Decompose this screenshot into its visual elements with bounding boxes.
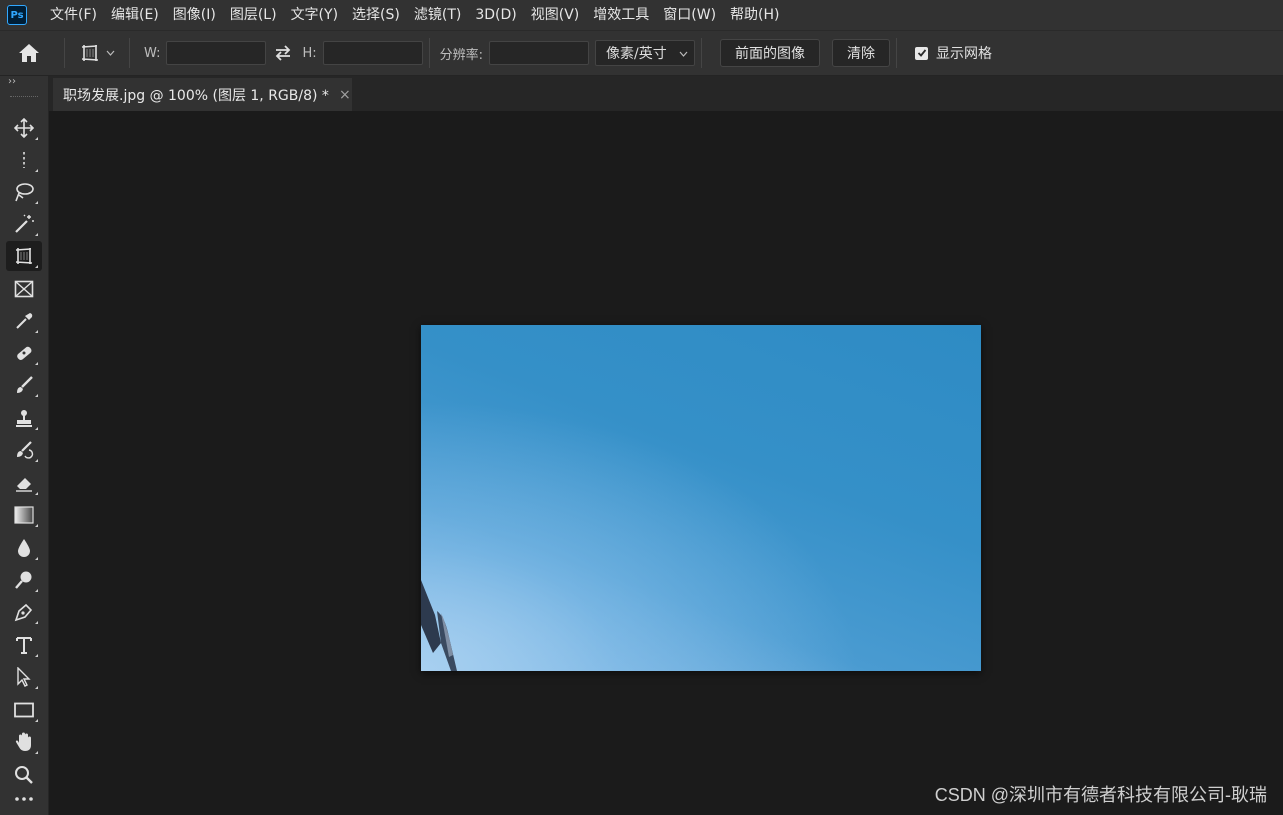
menu-help[interactable]: 帮助(H): [723, 0, 786, 30]
perspective-crop-tool[interactable]: [6, 241, 42, 271]
bandage-icon: [17, 346, 32, 360]
canvas-area[interactable]: [49, 111, 1283, 815]
type-icon: [16, 637, 32, 654]
hand-icon: [15, 732, 31, 751]
front-image-button[interactable]: 前面的图像: [720, 39, 821, 67]
more-tools[interactable]: [6, 796, 42, 812]
menu-plugins[interactable]: 增效工具: [586, 0, 656, 30]
menu-file[interactable]: 文件(F): [43, 0, 104, 30]
chevron-down-icon: [679, 51, 688, 57]
menu-image[interactable]: 图像(I): [166, 0, 223, 30]
show-grid-toggle[interactable]: 显示网格: [915, 43, 992, 63]
separator: [701, 38, 703, 68]
tools-panel: ››: [0, 76, 49, 815]
gradient-tool[interactable]: [6, 500, 42, 530]
separator: [428, 38, 430, 68]
brush-icon: [17, 376, 33, 393]
width-input[interactable]: [166, 41, 267, 65]
height-label: H:: [302, 45, 317, 61]
resolution-unit-select[interactable]: 像素/英寸: [595, 40, 696, 66]
image-silhouette: [421, 580, 457, 671]
panel-grip[interactable]: [10, 96, 38, 99]
eraser-icon: [16, 478, 32, 492]
zoom-icon: [15, 766, 33, 784]
menu-view[interactable]: 视图(V): [524, 0, 587, 30]
magic-wand-icon: [15, 214, 34, 233]
zoom-tool[interactable]: [6, 760, 42, 790]
menu-3d[interactable]: 3D(D): [468, 0, 523, 30]
menu-window[interactable]: 窗口(W): [656, 0, 723, 30]
clone-stamp-tool[interactable]: [6, 403, 42, 433]
menu-bar: Ps 文件(F) 编辑(E) 图像(I) 图层(L) 文字(Y) 选择(S) 滤…: [0, 0, 1283, 31]
move-icon: [14, 118, 34, 138]
history-brush-tool[interactable]: [6, 435, 42, 465]
path-selection-tool[interactable]: [6, 662, 42, 692]
rectangle-tool[interactable]: [6, 695, 42, 725]
perspective-crop-icon: [15, 248, 33, 264]
menu-layer[interactable]: 图层(L): [223, 0, 284, 30]
options-bar: W: H: 分辨率: 像素/英寸 前面的图像 清除 显示网格: [0, 31, 1283, 76]
move-tool[interactable]: [6, 113, 42, 143]
droplet-icon: [18, 539, 30, 557]
more-icon: [15, 797, 33, 801]
type-tool[interactable]: [6, 630, 42, 660]
resolution-unit-value: 像素/英寸: [606, 46, 667, 62]
checkmark-icon: [917, 49, 926, 57]
separator: [64, 38, 65, 68]
separator: [129, 38, 130, 68]
close-icon[interactable]: ×: [339, 87, 351, 103]
pen-icon: [14, 603, 33, 622]
document-tab-bar: 职场发展.jpg @ 100% (图层 1, RGB/8) * ×: [49, 76, 1283, 111]
watermark-text: CSDN @深圳市有德者科技有限公司-耿瑞: [934, 785, 1267, 805]
frame-tool[interactable]: [6, 274, 42, 304]
menu-type[interactable]: 文字(Y): [284, 0, 345, 30]
resolution-label: 分辨率:: [439, 47, 484, 63]
document-tab[interactable]: 职场发展.jpg @ 100% (图层 1, RGB/8) * ×: [53, 78, 352, 111]
photoshop-window: Ps 文件(F) 编辑(E) 图像(I) 图层(L) 文字(Y) 选择(S) 滤…: [0, 0, 1283, 815]
eyedropper-tool[interactable]: [6, 306, 42, 336]
history-brush-icon: [17, 441, 34, 459]
arrow-pointer-icon: [17, 667, 31, 687]
document-canvas[interactable]: [421, 325, 981, 671]
collapse-panel-icon[interactable]: ››: [8, 76, 16, 87]
rectangle-icon: [14, 702, 34, 718]
hand-tool[interactable]: [6, 727, 42, 757]
height-input[interactable]: [322, 41, 423, 65]
brush-tool[interactable]: [6, 370, 42, 400]
document-tab-title: 职场发展.jpg @ 100% (图层 1, RGB/8) *: [63, 87, 329, 104]
home-icon: [19, 44, 39, 62]
healing-brush-tool[interactable]: [6, 338, 42, 368]
dodge-tool[interactable]: [6, 565, 42, 595]
resolution-input[interactable]: [489, 41, 590, 65]
eyedropper-icon: [16, 313, 33, 329]
blur-tool[interactable]: [6, 533, 42, 563]
marquee-tool[interactable]: [6, 145, 42, 175]
menu-edit[interactable]: 编辑(E): [104, 0, 166, 30]
perspective-crop-icon: [81, 45, 98, 61]
home-button[interactable]: [0, 31, 58, 75]
show-grid-checkbox[interactable]: [915, 46, 929, 60]
separator: [896, 38, 898, 68]
lasso-tool[interactable]: [6, 177, 42, 207]
stamp-icon: [16, 410, 32, 427]
tool-preset-picker[interactable]: [71, 38, 123, 68]
show-grid-label: 显示网格: [936, 46, 993, 62]
chevron-down-icon: [106, 50, 114, 56]
dodge-icon: [15, 571, 32, 589]
menu-filter[interactable]: 滤镜(T): [407, 0, 468, 30]
marquee-icon: [23, 152, 25, 168]
menu-select[interactable]: 选择(S): [345, 0, 407, 30]
lasso-icon: [15, 183, 34, 202]
eraser-tool[interactable]: [6, 468, 42, 498]
clear-button[interactable]: 清除: [832, 39, 891, 67]
pen-tool[interactable]: [6, 597, 42, 627]
swap-icon: [276, 45, 291, 61]
magic-wand-tool[interactable]: [6, 209, 42, 239]
gradient-icon: [14, 506, 34, 524]
width-label: W:: [144, 45, 161, 61]
photoshop-logo[interactable]: Ps: [7, 5, 27, 25]
swap-dimensions-button[interactable]: [266, 45, 300, 61]
frame-icon: [14, 280, 34, 298]
